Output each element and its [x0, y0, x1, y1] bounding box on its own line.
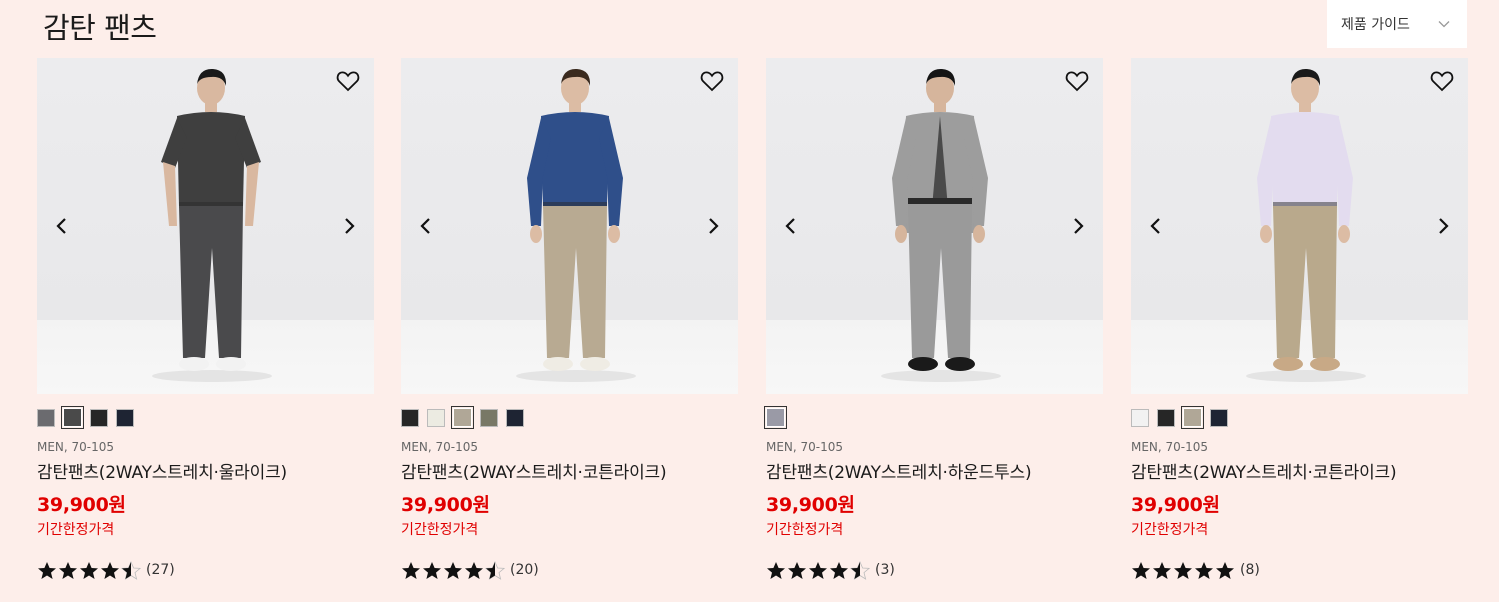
product-card[interactable]: MEN, 70-105 감탄팬츠(2WAY스트레치·코튼라이크) 39,900원… [1131, 58, 1468, 580]
heart-icon[interactable] [1430, 70, 1454, 92]
product-price: 39,900원 [401, 494, 490, 516]
review-count: (3) [875, 562, 895, 578]
rating-stars [401, 560, 505, 580]
product-rating: (27) [37, 560, 374, 580]
product-rating: (20) [401, 560, 738, 580]
model-photo [152, 68, 272, 382]
product-name[interactable]: 감탄팬츠(2WAY스트레치·코튼라이크) [401, 462, 738, 484]
product-name[interactable]: 감탄팬츠(2WAY스트레치·하운드투스) [766, 462, 1103, 484]
star-icon [59, 561, 77, 579]
page-title: 감탄 팬츠 [43, 11, 157, 45]
star-icon [788, 561, 806, 579]
product-name[interactable]: 감탄팬츠(2WAY스트레치·울라이크) [37, 462, 374, 484]
star-icon [767, 561, 785, 579]
product-name[interactable]: 감탄팬츠(2WAY스트레치·코튼라이크) [1131, 462, 1468, 484]
product-guide-label: 제품 가이드 [1341, 17, 1410, 33]
star-icon [402, 561, 420, 579]
star-icon [444, 561, 462, 579]
chevron-down-icon [1438, 21, 1450, 28]
chevron-right-icon[interactable] [340, 216, 358, 236]
rating-stars [37, 560, 141, 580]
chevron-right-icon[interactable] [704, 216, 722, 236]
model-photo [1246, 68, 1366, 382]
color-swatch[interactable] [506, 408, 524, 427]
product-image[interactable] [401, 58, 738, 394]
star-icon [1132, 561, 1150, 579]
star-icon [830, 561, 848, 579]
color-swatch[interactable] [61, 406, 84, 429]
star-icon [809, 561, 827, 579]
promo-label: 기간한정가격 [401, 522, 479, 538]
chevron-left-icon[interactable] [417, 216, 435, 236]
product-guide-dropdown[interactable]: 제품 가이드 [1327, 0, 1467, 48]
product-image[interactable] [766, 58, 1103, 394]
star-icon [465, 561, 483, 579]
rating-stars [766, 560, 870, 580]
star-icon [423, 561, 441, 579]
review-count: (8) [1240, 562, 1260, 578]
star-icon [80, 561, 98, 579]
star-icon [1216, 561, 1234, 579]
star-half-icon [850, 560, 870, 580]
chevron-right-icon[interactable] [1069, 216, 1087, 236]
star-half-icon [485, 560, 505, 580]
promo-label: 기간한정가격 [766, 522, 844, 538]
heart-icon[interactable] [1065, 70, 1089, 92]
star-icon [1195, 561, 1213, 579]
product-category: MEN, 70-105 [766, 440, 844, 454]
model-photo [516, 68, 636, 382]
product-card[interactable]: MEN, 70-105 감탄팬츠(2WAY스트레치·코튼라이크) 39,900원… [401, 58, 738, 580]
color-swatch[interactable] [480, 408, 498, 427]
color-swatches [401, 406, 738, 429]
promo-label: 기간한정가격 [37, 522, 115, 538]
product-price: 39,900원 [1131, 494, 1220, 516]
chevron-right-icon[interactable] [1434, 216, 1452, 236]
product-image[interactable] [1131, 58, 1468, 394]
product-category: MEN, 70-105 [37, 440, 115, 454]
color-swatch[interactable] [1157, 408, 1175, 427]
product-price: 39,900원 [37, 494, 126, 516]
product-image[interactable] [37, 58, 374, 394]
color-swatch[interactable] [1210, 408, 1228, 427]
color-swatch[interactable] [37, 408, 55, 427]
review-count: (27) [146, 562, 175, 578]
product-card[interactable]: MEN, 70-105 감탄팬츠(2WAY스트레치·울라이크) 39,900원 … [37, 58, 374, 580]
heart-icon[interactable] [700, 70, 724, 92]
chevron-left-icon[interactable] [1147, 216, 1165, 236]
chevron-left-icon[interactable] [782, 216, 800, 236]
product-rating: (8) [1131, 560, 1468, 580]
color-swatch[interactable] [427, 408, 445, 427]
product-rating: (3) [766, 560, 1103, 580]
star-half-icon [121, 560, 141, 580]
star-icon [1153, 561, 1171, 579]
rating-stars [1131, 561, 1235, 580]
color-swatch[interactable] [90, 408, 108, 427]
color-swatch[interactable] [116, 408, 134, 427]
product-card[interactable]: MEN, 70-105 감탄팬츠(2WAY스트레치·하운드투스) 39,900원… [764, 58, 1103, 580]
product-category: MEN, 70-105 [401, 440, 479, 454]
color-swatch[interactable] [401, 408, 419, 427]
chevron-left-icon[interactable] [53, 216, 71, 236]
color-swatch[interactable] [764, 406, 787, 429]
model-photo [881, 68, 1001, 382]
promo-label: 기간한정가격 [1131, 522, 1209, 538]
heart-icon[interactable] [336, 70, 360, 92]
color-swatch[interactable] [1181, 406, 1204, 429]
star-icon [1174, 561, 1192, 579]
star-icon [101, 561, 119, 579]
color-swatch[interactable] [451, 406, 474, 429]
color-swatch[interactable] [1131, 408, 1149, 427]
color-swatches [37, 406, 374, 429]
review-count: (20) [510, 562, 539, 578]
product-category: MEN, 70-105 [1131, 440, 1209, 454]
color-swatches [1131, 406, 1468, 429]
star-icon [38, 561, 56, 579]
product-price: 39,900원 [766, 494, 855, 516]
color-swatches [764, 406, 1103, 429]
